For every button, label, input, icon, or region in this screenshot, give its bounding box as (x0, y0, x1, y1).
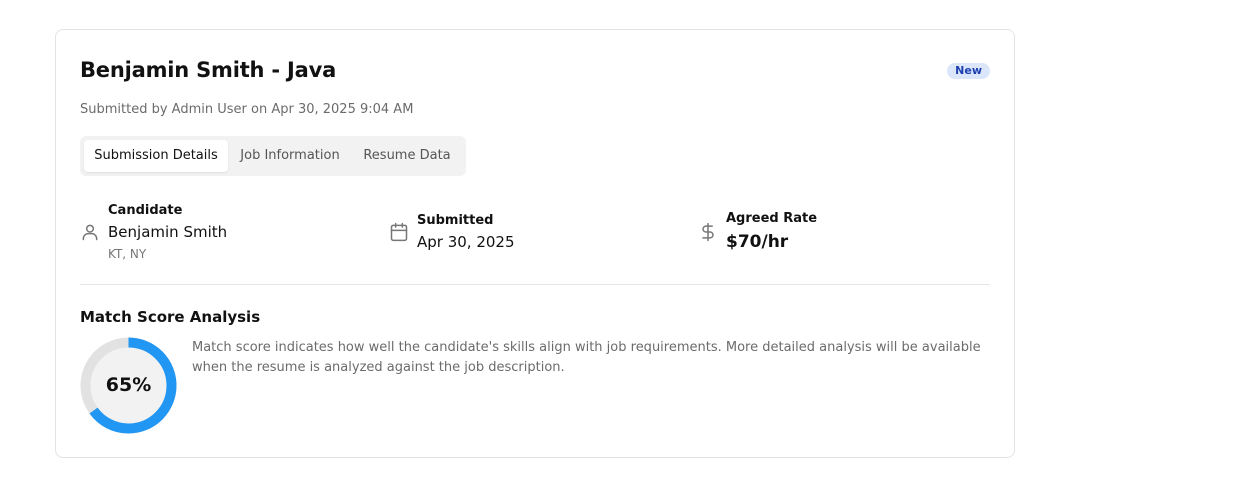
tab-bar: Submission Details Job Information Resum… (80, 136, 466, 176)
dollar-icon (702, 222, 714, 242)
tab-resume-data[interactable]: Resume Data (352, 140, 462, 172)
submitted-label: Submitted (417, 213, 494, 228)
candidate-location: KT, NY (108, 247, 147, 261)
tab-job-information[interactable]: Job Information (230, 140, 350, 172)
calendar-icon (390, 222, 408, 242)
match-score-description: Match score indicates how well the candi… (192, 340, 981, 375)
submission-card: Benjamin Smith - Java New Submitted by A… (55, 29, 1015, 458)
rate-label: Agreed Rate (726, 211, 818, 226)
rate-value: $70/hr (726, 232, 789, 252)
candidate-name: Benjamin Smith (108, 223, 228, 241)
submitted-date: Apr 30, 2025 (417, 233, 515, 251)
card-title: Benjamin Smith - Java (80, 58, 337, 82)
status-badge: New (947, 63, 990, 79)
section-divider (80, 284, 990, 285)
submission-meta: Submitted by Admin User on Apr 30, 2025 … (80, 102, 414, 117)
match-score-title: Match Score Analysis (80, 308, 261, 326)
user-icon (82, 224, 98, 241)
match-score-value: 65% (105, 374, 152, 396)
candidate-label: Candidate (108, 203, 183, 218)
tab-submission-details[interactable]: Submission Details (84, 140, 228, 172)
